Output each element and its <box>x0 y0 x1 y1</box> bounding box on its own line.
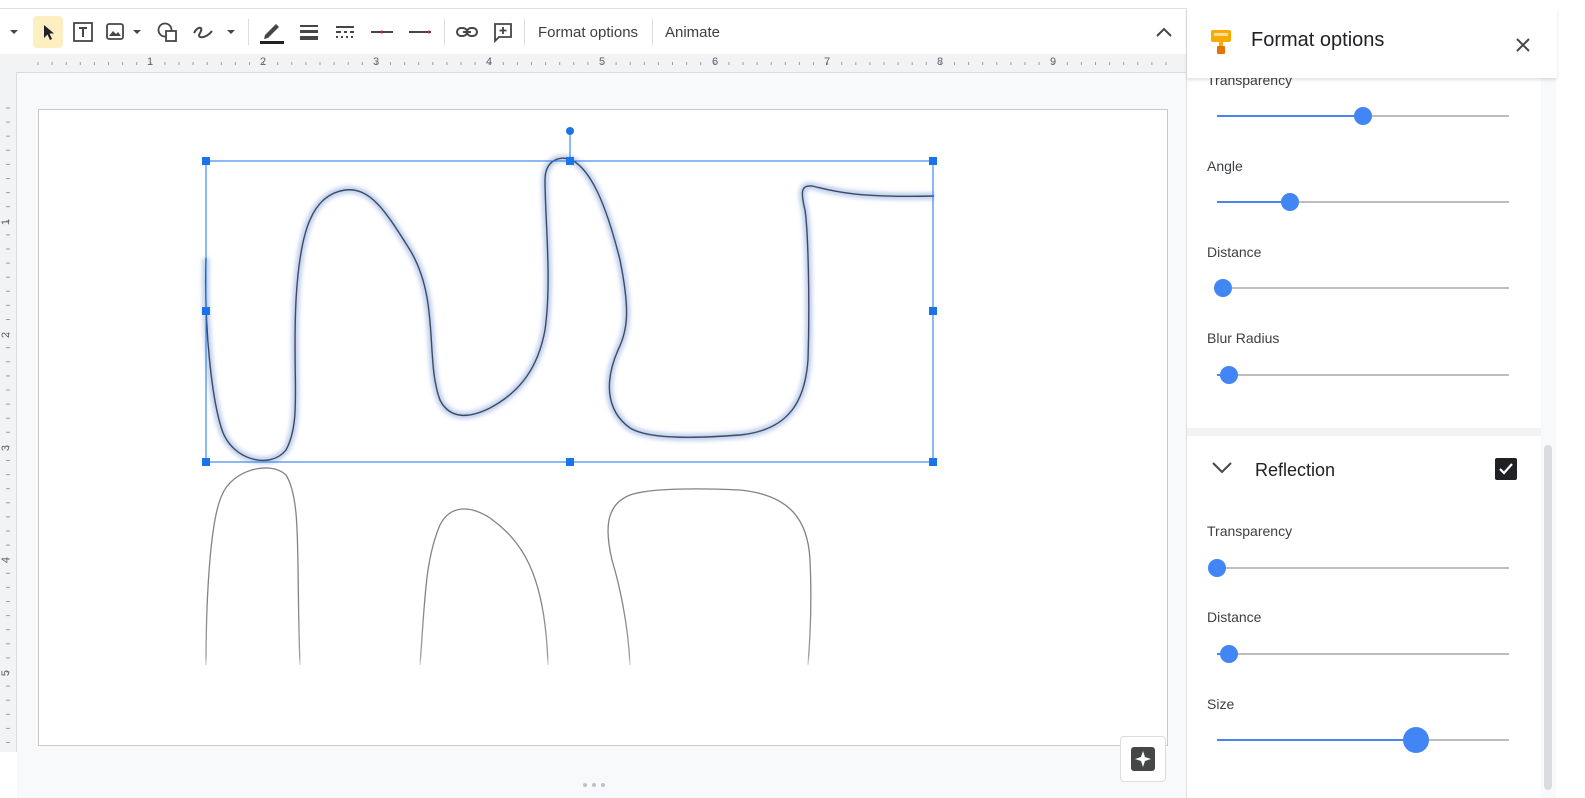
reflection-transparency-slider[interactable] <box>1208 559 1509 577</box>
ruler-number: 1 <box>147 56 154 68</box>
ruler-number: 2 <box>260 56 267 68</box>
sparkle-icon <box>1131 747 1155 771</box>
text-box-button[interactable] <box>68 16 98 48</box>
ruler-number: 1 <box>0 218 13 226</box>
line-start-button[interactable] <box>366 16 398 48</box>
toolbar: Format options Animate <box>0 8 1186 55</box>
slider-thumb[interactable] <box>1354 107 1372 125</box>
slider-thumb[interactable] <box>1214 279 1232 297</box>
ruler-corner <box>0 54 16 72</box>
slider-thumb[interactable] <box>1403 727 1429 753</box>
ruler-number: 5 <box>0 669 13 677</box>
text-box-icon <box>73 22 93 42</box>
shadow-blur-slider[interactable] <box>1217 366 1509 384</box>
section-divider <box>1187 428 1557 436</box>
border-weight-button[interactable] <box>294 16 324 48</box>
border-dash-button[interactable] <box>330 16 360 48</box>
reflection-size-slider[interactable] <box>1217 727 1509 753</box>
window-edge <box>1556 0 1585 798</box>
shapes-icon <box>157 22 177 42</box>
explore-button[interactable] <box>1120 736 1166 782</box>
image-icon <box>106 23 141 40</box>
line-end-icon <box>409 30 431 34</box>
slider-thumb[interactable] <box>1208 559 1226 577</box>
ruler-number: 9 <box>1050 56 1057 68</box>
toolbar-divider <box>444 19 445 45</box>
slide-canvas[interactable] <box>38 109 1168 746</box>
ruler-number: 2 <box>0 331 13 339</box>
insert-image-button[interactable] <box>104 16 144 48</box>
ruler-number: 5 <box>599 56 606 68</box>
border-color-button[interactable] <box>256 16 288 48</box>
ruler-number: 3 <box>373 56 380 68</box>
ruler-number: 4 <box>0 556 13 564</box>
paint-roller-icon <box>1209 28 1233 61</box>
checkmark-icon <box>1499 463 1513 475</box>
shadow-transparency-slider[interactable] <box>1217 107 1509 125</box>
panel-scrollbar-thumb[interactable] <box>1544 445 1552 790</box>
format-options-button[interactable]: Format options <box>530 16 646 48</box>
reflection-size-label: Size <box>1207 696 1235 712</box>
format-options-panel: Format options Transparency Angle Distan… <box>1186 8 1557 798</box>
menu-dropdown-arrow-icon[interactable] <box>0 16 28 48</box>
toolbar-divider <box>248 19 249 45</box>
panel-title: Format options <box>1251 29 1385 51</box>
ruler-number: 8 <box>937 56 944 68</box>
ruler-number: 3 <box>0 444 13 452</box>
slider-thumb[interactable] <box>1220 366 1238 384</box>
reflection-checkbox[interactable] <box>1495 458 1517 480</box>
reflection-distance-label: Distance <box>1207 609 1262 625</box>
line-dash-icon <box>336 26 354 38</box>
blur-radius-label: Blur Radius <box>1207 330 1280 346</box>
toolbar-divider <box>524 19 525 45</box>
add-comment-icon <box>494 23 512 43</box>
select-tool-button[interactable] <box>33 16 63 48</box>
ruler-ticks <box>6 107 10 743</box>
ruler-number: 4 <box>486 56 493 68</box>
chevron-down-icon[interactable] <box>1211 460 1233 481</box>
reflection-transparency-label: Transparency <box>1207 523 1293 539</box>
cursor-arrow-icon <box>44 25 54 40</box>
pencil-icon <box>260 24 284 44</box>
ruler-number: 6 <box>712 56 719 68</box>
shadow-distance-slider[interactable] <box>1214 279 1509 297</box>
animate-button[interactable]: Animate <box>657 16 728 48</box>
insert-link-button[interactable] <box>452 16 482 48</box>
chevron-up-icon <box>1156 27 1172 37</box>
panel-header: Format options <box>1187 8 1557 78</box>
slider-thumb[interactable] <box>1281 193 1299 211</box>
close-panel-button[interactable] <box>1509 31 1537 59</box>
reflection-section-title[interactable]: Reflection <box>1255 460 1335 481</box>
shape-button[interactable] <box>152 16 182 48</box>
close-icon <box>1516 38 1530 52</box>
link-icon <box>456 27 478 37</box>
line-tool-button[interactable] <box>190 16 240 48</box>
distance-label: Distance <box>1207 244 1262 260</box>
line-start-icon <box>371 30 393 34</box>
shadow-angle-slider[interactable] <box>1217 193 1509 211</box>
ruler-number: 7 <box>824 56 831 68</box>
scribble-icon <box>193 26 235 39</box>
toolbar-divider <box>652 19 653 45</box>
collapse-toolbar-button[interactable] <box>1150 16 1178 48</box>
line-weight-icon <box>300 25 318 40</box>
vertical-ruler[interactable]: 1 2 3 4 5 <box>0 72 17 752</box>
add-comment-button[interactable] <box>488 16 518 48</box>
slider-thumb[interactable] <box>1220 645 1238 663</box>
reflection-distance-slider[interactable] <box>1217 645 1509 663</box>
horizontal-ruler[interactable]: 1 2 3 4 5 6 7 8 9 <box>16 54 1186 73</box>
angle-label: Angle <box>1207 158 1243 174</box>
line-end-button[interactable] <box>404 16 436 48</box>
